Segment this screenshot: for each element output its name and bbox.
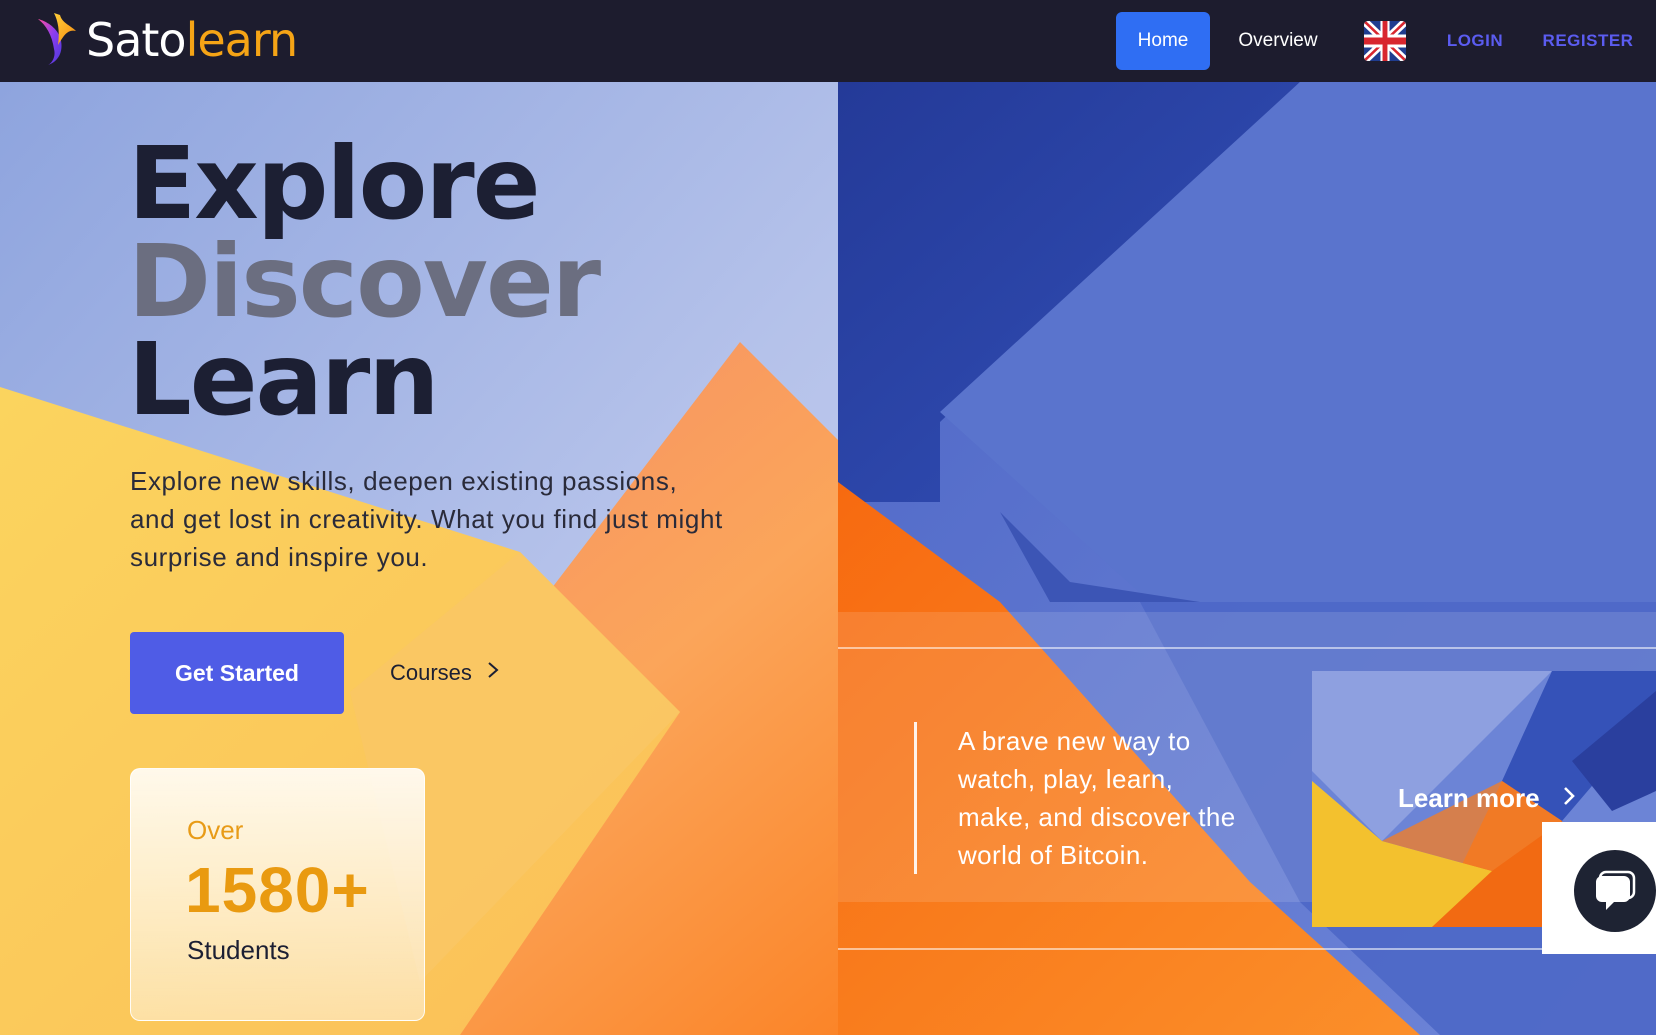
divider-top: [838, 647, 1656, 649]
register-link[interactable]: REGISTER: [1536, 12, 1640, 70]
chat-widget: [1542, 822, 1656, 954]
brand-name-part2: learn: [185, 13, 299, 67]
headline-discover: Discover: [128, 223, 601, 340]
top-navbar: Satolearn Home Overview LOGIN REGISTER: [0, 0, 1656, 82]
stat-students-label: Students: [187, 935, 290, 965]
get-started-button[interactable]: Get Started: [130, 632, 344, 714]
brand-name: Satolearn: [86, 13, 299, 67]
bird-logo-icon: [34, 11, 78, 70]
tagline-accent-bar: [914, 722, 917, 874]
divider-bottom: [838, 948, 1656, 950]
login-link[interactable]: LOGIN: [1440, 12, 1510, 70]
brand-logo[interactable]: Satolearn: [34, 8, 299, 72]
hero-section: Explore Discover Learn Explore new skill…: [0, 82, 1656, 1035]
nav-overview-link[interactable]: Overview: [1228, 12, 1328, 70]
learn-more-label: Learn more: [1398, 783, 1540, 813]
stat-over-label: Over: [187, 815, 244, 845]
chat-bubble-icon[interactable]: [1574, 850, 1656, 932]
courses-link[interactable]: Courses: [378, 642, 528, 704]
chevron-right-icon: [1562, 783, 1576, 814]
brand-name-part1: Sato: [86, 13, 187, 67]
learn-more-link[interactable]: Learn more: [1398, 783, 1576, 814]
students-stat-card: Over 1580+ Students: [130, 768, 425, 1021]
courses-label: Courses: [390, 660, 472, 685]
promo-tagline: A brave new way to watch, play, learn, m…: [958, 726, 1236, 870]
headline-explore: Explore: [128, 125, 541, 242]
stat-number: 1580+: [185, 854, 370, 926]
nav-home-button[interactable]: Home: [1116, 12, 1210, 70]
chevron-right-icon: [486, 660, 500, 686]
hero-description: Explore new skills, deepen existing pass…: [130, 466, 723, 572]
headline-learn: Learn: [128, 321, 440, 438]
uk-flag-icon[interactable]: [1364, 21, 1406, 61]
